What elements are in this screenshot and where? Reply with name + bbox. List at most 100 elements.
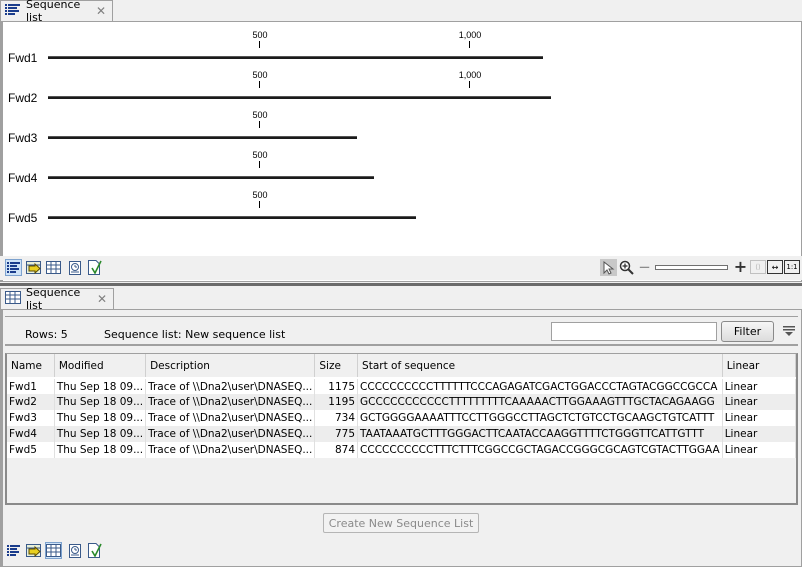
ruler-tick (259, 41, 260, 48)
cell-description: Trace of \\Dna2\user\DNASEQ... (145, 394, 316, 410)
cell-description: Trace of \\Dna2\user\DNASEQ... (145, 378, 316, 394)
ruler-tick (469, 41, 470, 48)
cell-description: Trace of \\Dna2\user\DNASEQ... (145, 410, 316, 426)
cell-linear: Linear (722, 426, 797, 442)
ruler-tick-label: 500 (252, 110, 268, 120)
sequence-line[interactable] (48, 96, 551, 99)
track-name: Fwd1 (8, 51, 38, 65)
zoom-in-mode-icon[interactable] (618, 259, 635, 276)
cell-size: 1195 (314, 394, 359, 410)
cell-size: 734 (314, 410, 359, 426)
history-icon[interactable] (66, 542, 83, 559)
cell-name: Fwd1 (7, 378, 55, 394)
cell-modified: Thu Sep 18 09... (54, 442, 147, 458)
column-header[interactable]: Linear (722, 354, 797, 379)
ruler-tick-label: 500 (252, 150, 268, 160)
selection-mode-icon[interactable] (600, 259, 617, 276)
column-header[interactable]: Modified (54, 354, 147, 379)
table-row[interactable]: Fwd1 Thu Sep 18 09... Trace of \\Dna2\user… (7, 378, 797, 394)
table-header-row: Name Modified Description Size Start of sequ… (7, 354, 797, 379)
cell-modified: Thu Sep 18 09... (54, 394, 147, 410)
zoom-slider[interactable] (655, 265, 728, 270)
column-header[interactable]: Description (145, 354, 316, 379)
cell-modified: Thu Sep 18 09... (54, 410, 147, 426)
zoom-1-to-1-icon[interactable]: 1:1 (784, 260, 800, 274)
validation-icon[interactable] (86, 259, 103, 276)
column-header[interactable]: Start of sequence (357, 354, 723, 379)
sequence-track[interactable]: Fwd5 500 (0, 190, 600, 230)
zoom-out-button[interactable]: − (636, 258, 653, 276)
track-name: Fwd3 (8, 131, 38, 145)
sequence-track[interactable]: Fwd1 500 1,000 (0, 30, 600, 70)
cell-modified: Thu Sep 18 09... (54, 426, 147, 442)
ruler-tick (259, 81, 260, 88)
table-icon (5, 291, 21, 307)
cell-modified: Thu Sep 18 09... (54, 378, 147, 394)
filter-input[interactable] (551, 322, 717, 341)
rows-count: Rows: 5 (25, 328, 68, 341)
cell-linear: Linear (722, 410, 797, 426)
cell-name: Fwd3 (7, 410, 55, 426)
tab-sequence-list-table[interactable]: Sequence list ✕ (0, 286, 114, 312)
column-header[interactable]: Size (314, 354, 359, 379)
ruler-tick-label: 500 (252, 30, 268, 40)
cell-linear: Linear (722, 378, 797, 394)
export-view-icon[interactable] (25, 259, 42, 276)
graphical-view-icon[interactable] (5, 542, 22, 559)
ruler-tick (259, 201, 260, 208)
validation-icon[interactable] (86, 542, 103, 559)
sequence-table: Name Modified Description Size Start of sequ… (5, 353, 798, 505)
ruler-tick (259, 121, 260, 128)
table-view-icon[interactable] (45, 542, 62, 559)
graphical-view-icon[interactable] (5, 259, 22, 276)
cell-name: Fwd4 (7, 426, 55, 442)
ruler-tick (259, 161, 260, 168)
ruler-tick-label: 1,000 (458, 70, 482, 80)
cell-name: Fwd2 (7, 394, 55, 410)
column-header[interactable]: Name (7, 354, 55, 379)
cell-description: Trace of \\Dna2\user\DNASEQ... (145, 442, 316, 458)
ruler-tick-label: 500 (252, 190, 268, 200)
cell-start-of-sequence: GCTGGGGAAAATTTCCTTGGGCCTTAGCTCTGTCCTGCAA… (357, 410, 723, 426)
cell-start-of-sequence: CCCCCCCCCCTTTCTTTCGGCCGCTAGACCGGGCGCAGTC… (357, 442, 723, 458)
fit-width-icon[interactable]: ↔ (767, 260, 783, 274)
cell-size: 1175 (314, 378, 359, 394)
cell-size: 775 (314, 426, 359, 442)
export-view-icon[interactable] (25, 542, 42, 559)
cell-start-of-sequence: CCCCCCCCCCTTTTTTCCCAGAGATCGACTGGACCCTAGT… (357, 378, 723, 394)
sequence-list-name: Sequence list: New sequence list (104, 328, 286, 341)
cell-name: Fwd5 (7, 442, 55, 458)
sequence-track[interactable]: Fwd3 500 (0, 110, 600, 150)
history-icon[interactable] (66, 259, 83, 276)
ruler-tick-label: 1,000 (458, 30, 482, 40)
track-name: Fwd5 (8, 211, 38, 225)
table-row[interactable]: Fwd4 Thu Sep 18 09... Trace of \\Dna2\user… (7, 426, 797, 442)
zoom-to-selection-icon: ⟨⟩ (750, 260, 766, 274)
cell-size: 874 (314, 442, 359, 458)
sequence-line[interactable] (48, 216, 416, 219)
cell-description: Trace of \\Dna2\user\DNASEQ... (145, 426, 316, 442)
sequence-track[interactable]: Fwd4 500 (0, 150, 600, 190)
table-row[interactable]: Fwd5 Thu Sep 18 09... Trace of \\Dna2\user… (7, 442, 797, 458)
cell-start-of-sequence: GCCCCCCCCCCCTTTTTTTTTCAAAAACTTGGAAAGTTTG… (357, 394, 723, 410)
filter-button[interactable]: Filter (721, 321, 774, 342)
table-row[interactable]: Fwd2 Thu Sep 18 09... Trace of \\Dna2\user… (7, 394, 797, 410)
ruler-tick-label: 500 (252, 70, 268, 80)
create-new-sequence-list-button: Create New Sequence List (323, 513, 479, 533)
pane-divider[interactable] (0, 283, 802, 286)
close-icon[interactable]: ✕ (96, 4, 106, 18)
tab-sequence-list-graphical[interactable]: Sequence list ✕ (0, 0, 113, 24)
table-settings-icon[interactable] (780, 322, 797, 339)
cell-start-of-sequence: TAATAAATGCTTTGGGACTTCAATACCAAGGTTTTCTGGG… (357, 426, 723, 442)
sequence-track[interactable]: Fwd2 500 1,000 (0, 70, 600, 110)
table-row[interactable]: Fwd3 Thu Sep 18 09... Trace of \\Dna2\user… (7, 410, 797, 426)
track-name: Fwd4 (8, 171, 38, 185)
close-icon[interactable]: ✕ (97, 292, 107, 306)
cell-linear: Linear (722, 442, 797, 458)
sequence-line[interactable] (48, 136, 357, 139)
sequence-line[interactable] (48, 176, 374, 179)
track-name: Fwd2 (8, 91, 38, 105)
sequence-line[interactable] (48, 56, 543, 59)
zoom-in-button[interactable]: + (732, 257, 749, 276)
table-view-icon[interactable] (45, 259, 62, 276)
